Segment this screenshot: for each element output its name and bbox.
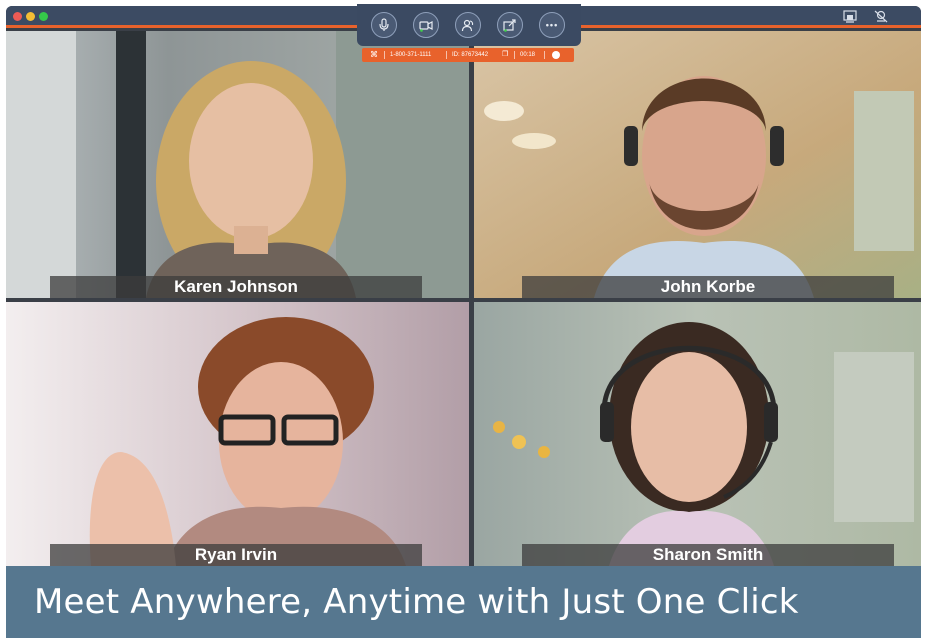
participant-tile[interactable]: Karen Johnson — [6, 31, 469, 298]
copy-icon[interactable]: ❐ — [502, 48, 508, 62]
close-window-button[interactable] — [13, 12, 22, 21]
meeting-info-bar: ⌘ 1-800-371-1111 ID: 87673442 ❐ 00:18 — [362, 48, 574, 62]
microphone-icon — [377, 18, 391, 32]
participant-tile[interactable]: Ryan Irvin — [6, 302, 469, 566]
participant-video — [474, 31, 921, 298]
dial-in-number: 1-800-371-1111 — [390, 52, 432, 58]
camera-off-icon[interactable] — [874, 10, 888, 23]
participant-name: Karen Johnson — [50, 276, 422, 298]
meeting-toolbar: ••• — [357, 4, 581, 46]
minimize-window-button[interactable] — [26, 12, 35, 21]
divider — [514, 51, 515, 59]
meeting-id: ID: 87673442 — [452, 52, 489, 58]
participant-name: Ryan Irvin — [50, 544, 422, 566]
divider — [384, 51, 385, 59]
mute-button[interactable] — [371, 12, 397, 38]
dial-in-icon: ⌘ — [370, 50, 378, 59]
more-options-button[interactable]: ••• — [539, 12, 565, 38]
participant-tile[interactable]: John Korbe — [474, 31, 921, 298]
participants-button[interactable] — [455, 12, 481, 38]
video-toggle-button[interactable] — [413, 12, 439, 38]
participant-name: Sharon Smith — [522, 544, 894, 566]
share-screen-icon — [503, 18, 517, 32]
divider — [446, 51, 447, 59]
participant-video — [6, 31, 469, 298]
promo-banner: Meet Anywhere, Anytime with Just One Cli… — [6, 566, 921, 638]
participant-tile[interactable]: Sharon Smith — [474, 302, 921, 566]
screen-layout-icon[interactable] — [843, 10, 857, 23]
more-icon: ••• — [545, 20, 559, 30]
participants-icon — [461, 18, 475, 32]
video-conference-window: Karen Johnson John Korbe Ryan Irvin Shar… — [6, 6, 921, 566]
video-camera-icon — [419, 18, 433, 32]
participant-video — [474, 302, 921, 566]
maximize-window-button[interactable] — [39, 12, 48, 21]
banner-headline: Meet Anywhere, Anytime with Just One Cli… — [34, 582, 799, 622]
clock-icon — [552, 51, 560, 59]
participant-name: John Korbe — [522, 276, 894, 298]
divider — [544, 51, 545, 59]
meeting-duration: 00:18 — [520, 52, 536, 58]
share-screen-button[interactable] — [497, 12, 523, 38]
participant-video — [6, 302, 469, 566]
